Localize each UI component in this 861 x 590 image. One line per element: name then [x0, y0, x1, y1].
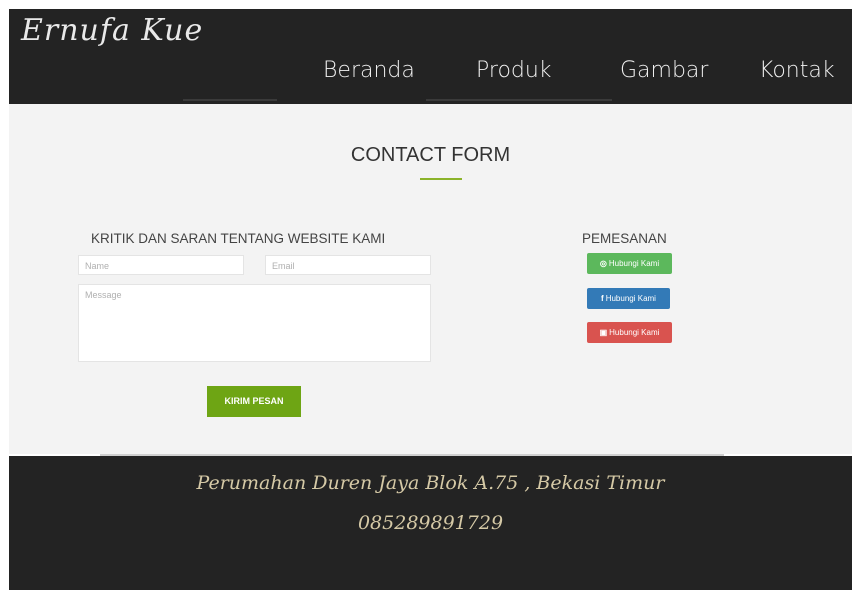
instagram-icon: ▣: [599, 328, 608, 337]
message-textarea[interactable]: Message: [78, 284, 431, 362]
nav-item-kontak[interactable]: Kontak: [759, 58, 835, 83]
instagram-button-label: Hubungi Kami: [609, 328, 660, 337]
footer-phone: 085289891729: [357, 512, 504, 534]
nav-item-beranda[interactable]: Beranda: [323, 58, 415, 83]
section-title: CONTACT FORM: [350, 144, 511, 166]
facebook-button-label: Hubungi Kami: [605, 294, 656, 303]
site-header: Ernufa Kue Beranda Produk Gambar Kontak: [9, 9, 852, 104]
whatsapp-icon: ◎: [599, 259, 607, 268]
send-message-button[interactable]: KIRIM PESAN: [207, 386, 301, 417]
title-underline: [420, 178, 462, 180]
whatsapp-button-label: Hubungi Kami: [608, 259, 660, 268]
contact-section: CONTACT FORM KRITIK DAN SARAN TENTANG WE…: [9, 104, 852, 454]
nav-underline: [183, 99, 277, 101]
form-title: KRITIK DAN SARAN TENTANG WEBSITE KAMI: [91, 231, 386, 246]
brand-logo[interactable]: Ernufa Kue: [21, 13, 203, 48]
nav-item-produk[interactable]: Produk: [476, 58, 552, 83]
name-input[interactable]: Name: [78, 255, 244, 275]
nav-item-gambar[interactable]: Gambar: [620, 58, 708, 83]
facebook-contact-button[interactable]: f Hubungi Kami: [587, 288, 670, 309]
instagram-contact-button[interactable]: ▣ Hubungi Kami: [587, 322, 672, 343]
footer-address: Perumahan Duren Jaya Blok A.75 , Bekasi …: [196, 472, 665, 494]
nav-underline: [426, 99, 612, 101]
facebook-icon: f: [601, 294, 604, 303]
order-title: PEMESANAN: [582, 231, 667, 246]
site-footer: Perumahan Duren Jaya Blok A.75 , Bekasi …: [9, 456, 852, 590]
email-input[interactable]: Email: [265, 255, 431, 275]
whatsapp-contact-button[interactable]: ◎ Hubungi Kami: [587, 253, 672, 274]
